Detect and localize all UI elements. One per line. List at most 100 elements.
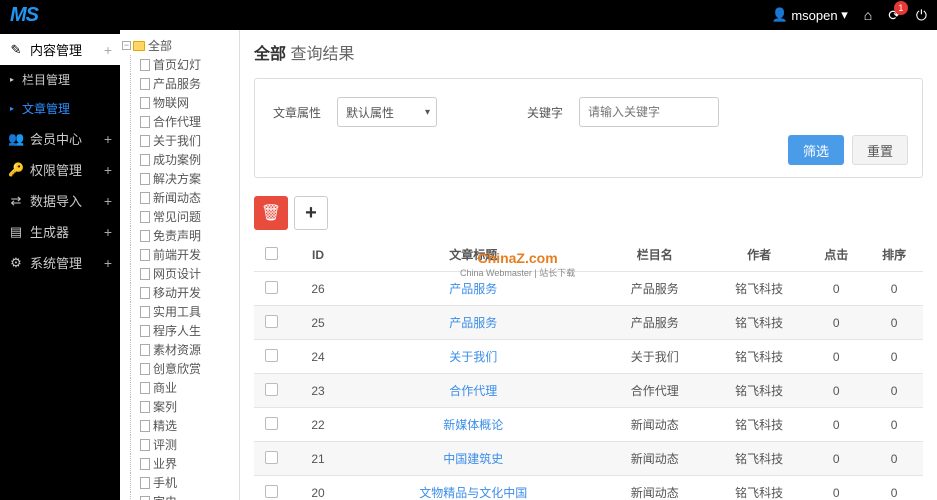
row-checkbox[interactable] [265, 417, 278, 430]
tree-node[interactable]: 移动开发 [122, 283, 237, 302]
reset-button[interactable]: 重置 [852, 135, 908, 165]
table-row[interactable]: 25产品服务产品服务铭飞科技00 [254, 306, 923, 340]
tree-node[interactable]: 案列 [122, 397, 237, 416]
select-all-checkbox[interactable] [265, 247, 278, 260]
sidebar-item[interactable]: ✎内容管理+ [0, 34, 120, 65]
column-header [254, 238, 288, 272]
table-row[interactable]: 22新媒体概论新闻动态铭飞科技00 [254, 408, 923, 442]
tree-node[interactable]: 手机 [122, 473, 237, 492]
cell-title[interactable]: 文物精品与文化中国 [348, 476, 599, 500]
delete-button[interactable]: 🗑 [254, 196, 288, 230]
cell-title[interactable]: 产品服务 [348, 306, 599, 340]
power-button[interactable]: ⏻ [916, 7, 927, 24]
table-row[interactable]: 21中国建筑史新闻动态铭飞科技00 [254, 442, 923, 476]
tree-node-label: 解决方案 [153, 170, 201, 187]
search-button[interactable]: 筛选 [788, 135, 844, 165]
tree-node[interactable]: 实用工具 [122, 302, 237, 321]
tree-node[interactable]: 产品服务 [122, 74, 237, 93]
tree-node[interactable]: 关于我们 [122, 131, 237, 150]
tree-node[interactable]: 常见问题 [122, 207, 237, 226]
cell-author: 铭飞科技 [711, 408, 807, 442]
tree-node[interactable]: 网页设计 [122, 264, 237, 283]
sidebar-item[interactable]: ⚙系统管理+ [0, 247, 120, 278]
cell-clicks: 0 [807, 374, 865, 408]
tree-node[interactable]: 合作代理 [122, 112, 237, 131]
tree-node[interactable]: 物联网 [122, 93, 237, 112]
row-checkbox[interactable] [265, 281, 278, 294]
row-checkbox[interactable] [265, 451, 278, 464]
expand-icon[interactable]: + [104, 224, 112, 240]
cell-id: 26 [288, 272, 348, 306]
cell-id: 20 [288, 476, 348, 500]
row-checkbox[interactable] [265, 485, 278, 498]
refresh-button[interactable]: ⟳ 1 [888, 7, 900, 24]
table-row[interactable]: 23合作代理合作代理铭飞科技00 [254, 374, 923, 408]
sidebar-label: 权限管理 [30, 160, 82, 179]
cell-clicks: 0 [807, 442, 865, 476]
cell-id: 24 [288, 340, 348, 374]
sidebar-subitem[interactable]: 栏目管理 [0, 65, 120, 94]
tree-node[interactable]: 免责声明 [122, 226, 237, 245]
expand-icon[interactable]: + [104, 42, 112, 58]
cell-clicks: 0 [807, 272, 865, 306]
row-checkbox[interactable] [265, 349, 278, 362]
sidebar-label: 数据导入 [30, 191, 82, 210]
tree-node[interactable]: 成功案例 [122, 150, 237, 169]
file-icon [140, 211, 150, 223]
tree-node[interactable]: 程序人生 [122, 321, 237, 340]
tree-node[interactable]: 首页幻灯 [122, 55, 237, 74]
tree-node[interactable]: 新闻动态 [122, 188, 237, 207]
tree-node[interactable]: 精选 [122, 416, 237, 435]
tree-node[interactable]: 解决方案 [122, 169, 237, 188]
sidebar-subitem[interactable]: 文章管理 [0, 94, 120, 123]
cell-title[interactable]: 关于我们 [348, 340, 599, 374]
sidebar-item[interactable]: ▤生成器+ [0, 216, 120, 247]
expand-icon[interactable]: + [104, 255, 112, 271]
table-row[interactable]: 26产品服务产品服务铭飞科技00 [254, 272, 923, 306]
cell-category: 新闻动态 [599, 408, 711, 442]
sidebar-item[interactable]: ⇄ 数据导入 + [0, 185, 120, 216]
keyword-input[interactable] [579, 97, 719, 127]
tree-node[interactable]: 素材资源 [122, 340, 237, 359]
user-menu[interactable]: 👤 msopen ▾ [772, 7, 848, 23]
row-checkbox[interactable] [265, 315, 278, 328]
file-icon [140, 249, 150, 261]
expand-icon[interactable]: + [104, 131, 112, 147]
attr-select[interactable]: 默认属性 ▾ [337, 97, 437, 127]
column-header: ID [288, 238, 348, 272]
file-icon [140, 268, 150, 280]
tree-node-label: 评测 [153, 436, 177, 453]
tree-root[interactable]: − 全部 [122, 36, 237, 55]
tree-node[interactable]: 业界 [122, 454, 237, 473]
logo: MS [10, 4, 38, 27]
tree-node[interactable]: 前端开发 [122, 245, 237, 264]
row-checkbox[interactable] [265, 383, 278, 396]
home-button[interactable]: ⌂ [864, 7, 872, 23]
cell-title[interactable]: 合作代理 [348, 374, 599, 408]
sidebar-item[interactable]: 👥会员中心+ [0, 123, 120, 154]
file-icon [140, 173, 150, 185]
tree-node[interactable]: 评测 [122, 435, 237, 454]
file-icon [140, 439, 150, 451]
import-icon: ⇄ [8, 193, 24, 209]
tree-node-label: 业界 [153, 455, 177, 472]
cell-author: 铭飞科技 [711, 306, 807, 340]
cell-title[interactable]: 中国建筑史 [348, 442, 599, 476]
expand-icon[interactable]: + [104, 162, 112, 178]
gen-icon: ▤ [8, 224, 24, 240]
tree-node[interactable]: 商业 [122, 378, 237, 397]
cell-id: 25 [288, 306, 348, 340]
select-caret-icon: ▾ [425, 107, 430, 118]
tree-node[interactable]: 创意欣赏 [122, 359, 237, 378]
cell-title[interactable]: 产品服务 [348, 272, 599, 306]
table-row[interactable]: 24关于我们关于我们铭飞科技00 [254, 340, 923, 374]
table-row[interactable]: 20文物精品与文化中国新闻动态铭飞科技00 [254, 476, 923, 500]
collapse-icon[interactable]: − [122, 41, 131, 50]
cell-order: 0 [865, 306, 923, 340]
cell-title[interactable]: 新媒体概论 [348, 408, 599, 442]
sidebar-item[interactable]: 🔑权限管理+ [0, 154, 120, 185]
expand-icon[interactable]: + [104, 193, 112, 209]
cell-author: 铭飞科技 [711, 340, 807, 374]
tree-node[interactable]: 家电 [122, 492, 237, 500]
add-button[interactable]: + [294, 196, 328, 230]
